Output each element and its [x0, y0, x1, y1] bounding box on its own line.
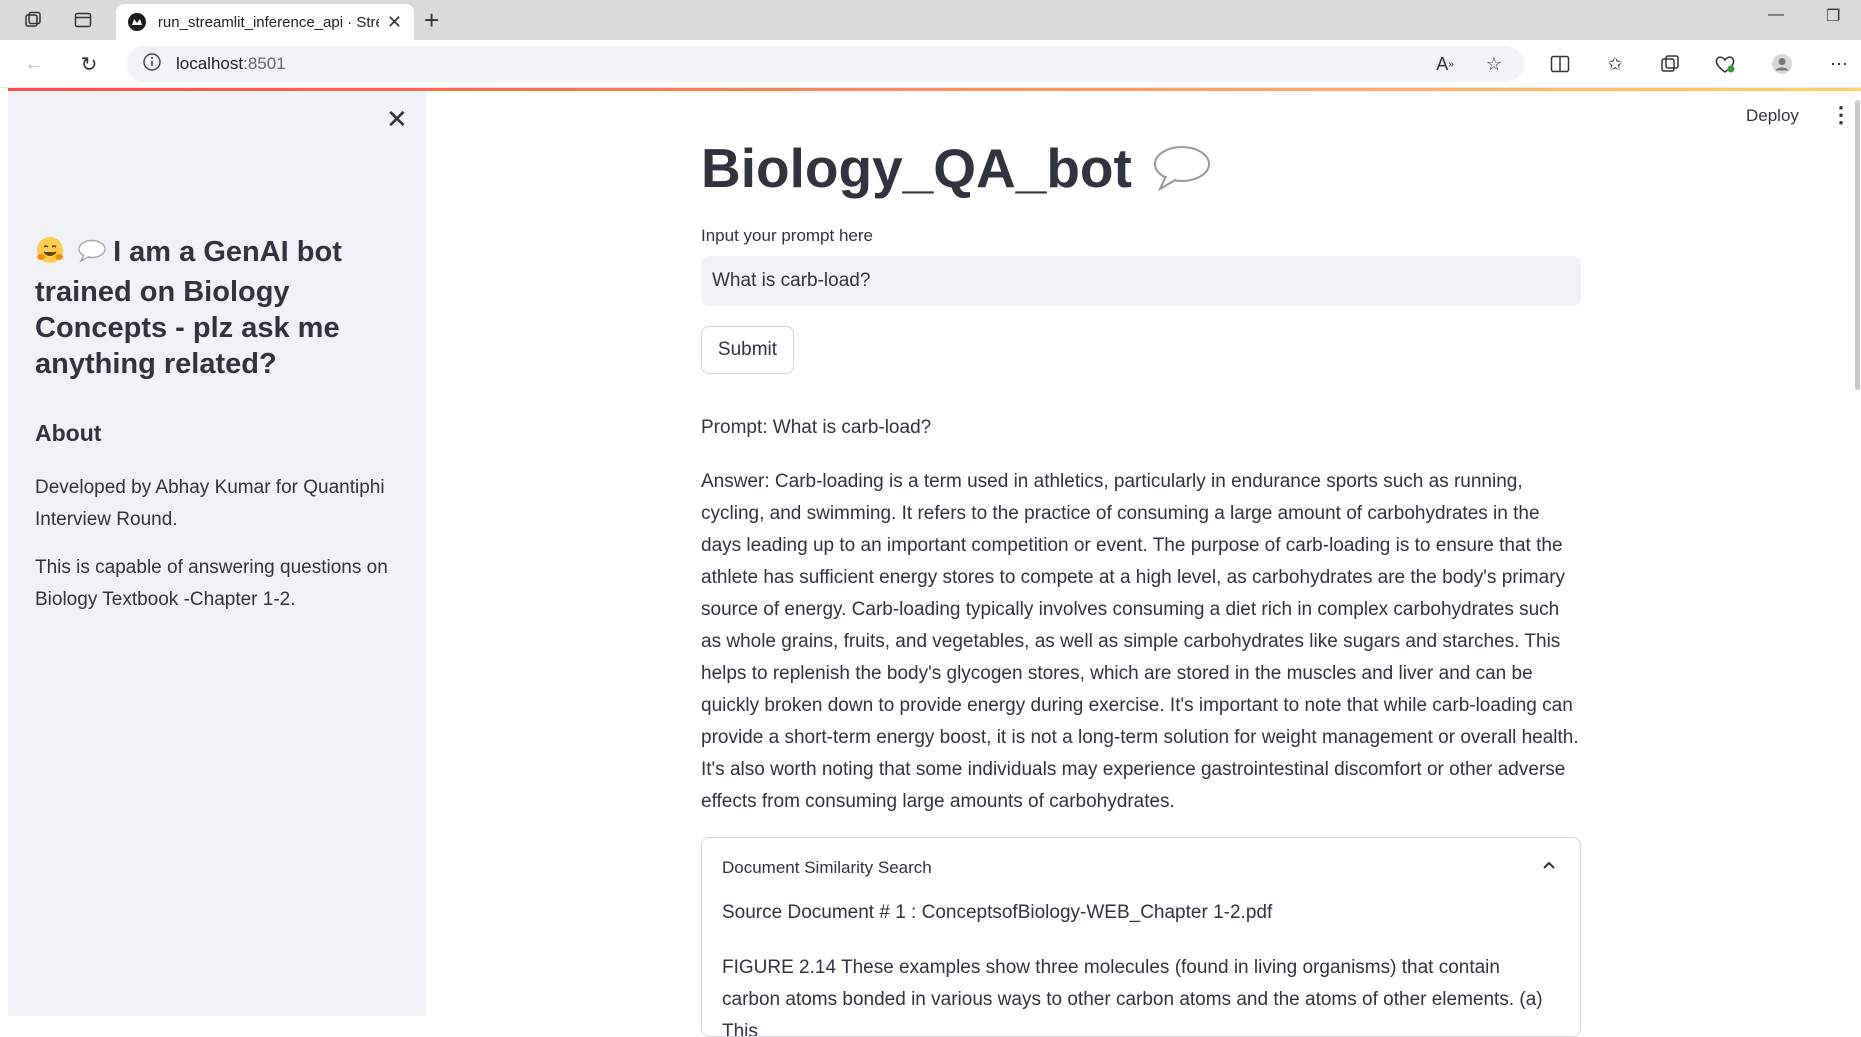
site-info-icon[interactable]: [142, 52, 162, 77]
minimize-icon[interactable]: —: [1768, 6, 1784, 24]
prompt-input[interactable]: [701, 256, 1581, 306]
url-host: localhost: [176, 54, 244, 73]
browser-tab-bar: run_streamlit_inference_api · Streamlit …: [0, 0, 1861, 40]
speech-balloon-icon: [1152, 143, 1212, 193]
hugging-face-emoji-icon: [35, 235, 65, 274]
workspaces-icon[interactable]: [20, 8, 46, 32]
about-paragraph-1: Developed by Abhay Kumar for Quantiphi I…: [35, 477, 385, 530]
url-text[interactable]: localhost:8501: [176, 54, 286, 74]
main-menu-icon[interactable]: ⋮: [1830, 104, 1852, 126]
prompt-input-label: Input your prompt here: [701, 226, 873, 245]
favorite-star-icon[interactable]: ☆: [1480, 52, 1508, 76]
browser-essentials-icon[interactable]: [1711, 52, 1739, 76]
back-arrow-icon[interactable]: ←: [20, 52, 48, 76]
tab-close-icon[interactable]: ✕: [387, 13, 402, 31]
favorites-icon[interactable]: ✩: [1601, 52, 1629, 76]
speech-balloon-emoji-icon: [77, 236, 107, 272]
sidebar-close-icon[interactable]: ✕: [386, 106, 408, 132]
read-aloud-icon[interactable]: A»: [1431, 52, 1459, 76]
source-document-label: Source Document # 1 : ConceptsofBiology-…: [722, 902, 1273, 923]
about-heading: About: [35, 420, 102, 446]
about-paragraph-2: This is capable of answering questions o…: [35, 557, 388, 610]
browser-toolbar: ← ↻ localhost:8501 A» ☆ ✩ ⋯: [0, 40, 1861, 88]
address-bar[interactable]: localhost:8501: [126, 46, 1524, 82]
sidebar: ✕ I am a GenAI bot trained on Biology Co…: [8, 92, 426, 1016]
url-port: :8501: [243, 54, 286, 73]
tab-title: run_streamlit_inference_api · Streamlit: [157, 13, 379, 31]
collections-icon[interactable]: [1656, 52, 1684, 76]
scrollbar-thumb[interactable]: [1855, 100, 1860, 390]
new-tab-icon[interactable]: +: [424, 7, 439, 33]
refresh-icon[interactable]: ↻: [75, 52, 103, 76]
deploy-button[interactable]: Deploy: [1746, 106, 1799, 126]
sidebar-heading: I am a GenAI bot trained on Biology Conc…: [35, 234, 395, 382]
streamlit-favicon-icon: [128, 13, 146, 31]
restore-icon[interactable]: ❐: [1826, 6, 1840, 26]
page-title-text: Biology_QA_bot: [701, 137, 1132, 199]
source-document-excerpt: FIGURE 2.14 These examples show three mo…: [722, 957, 1543, 1037]
browser-tab-active[interactable]: run_streamlit_inference_api · Streamlit …: [116, 4, 414, 40]
submit-button[interactable]: Submit: [701, 326, 794, 374]
document-similarity-expander: Document Similarity Search Source Docume…: [701, 837, 1581, 1037]
prompt-echo-text: Prompt: What is carb-load?: [701, 417, 932, 438]
profile-avatar-icon[interactable]: [1768, 52, 1796, 76]
answer-text: Answer: Carb-loading is a term used in a…: [701, 471, 1579, 812]
split-screen-icon[interactable]: [1546, 52, 1574, 76]
streamlit-header-decoration: [8, 88, 1861, 91]
settings-more-icon[interactable]: ⋯: [1825, 52, 1853, 76]
page-title: Biology_QA_bot: [701, 136, 1212, 200]
chevron-up-icon[interactable]: [1538, 854, 1560, 876]
vertical-tabs-icon[interactable]: [70, 8, 96, 32]
expander-header[interactable]: Document Similarity Search: [722, 858, 932, 878]
